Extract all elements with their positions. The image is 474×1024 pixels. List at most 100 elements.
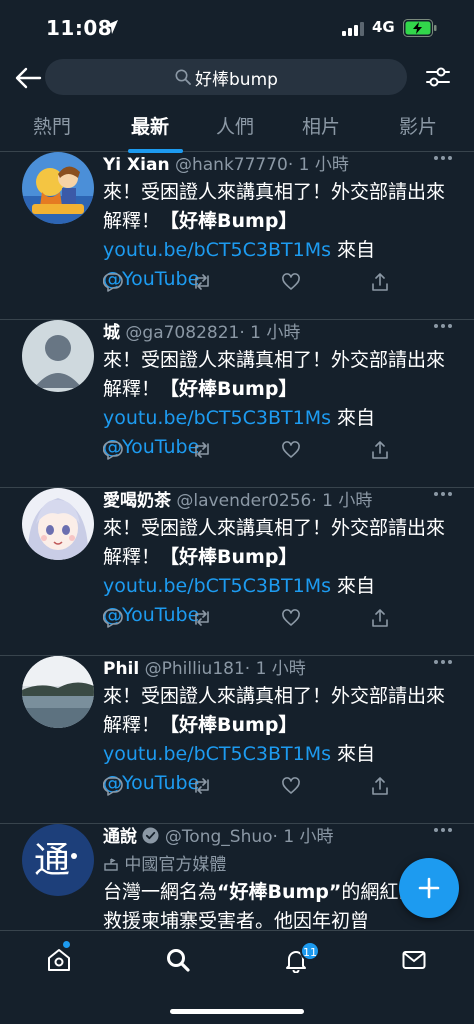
- home-unread-dot: [63, 941, 70, 948]
- tweet-text-bold: 【好棒Bump】: [160, 546, 298, 568]
- default-avatar-image: [22, 320, 94, 392]
- more-options-icon[interactable]: [432, 320, 454, 332]
- tweet-text-bold: 【好棒Bump】: [160, 210, 298, 232]
- author-name[interactable]: 通說: [103, 827, 137, 847]
- tab-people[interactable]: 人們: [216, 112, 254, 152]
- avatar[interactable]: [22, 656, 94, 728]
- tweet-link[interactable]: youtu.be/bCT5C3BT1Ms: [103, 743, 331, 765]
- search-tabs: 熱門 最新 人們 相片 影片: [0, 106, 474, 153]
- retweet-icon[interactable]: [192, 776, 212, 796]
- avatar[interactable]: [22, 488, 94, 560]
- tweet-time: · 1 小時: [311, 491, 373, 511]
- author-handle[interactable]: @Philliu181: [145, 659, 245, 679]
- retweet-icon[interactable]: [192, 272, 212, 292]
- tweet-link[interactable]: youtu.be/bCT5C3BT1Ms: [103, 239, 331, 261]
- tab-videos[interactable]: 影片: [399, 112, 437, 152]
- share-icon[interactable]: [370, 272, 390, 292]
- tweet[interactable]: 城 @ga7082821· 1 小時 來！受困證人來講真相了！外交部請出來解釋！…: [0, 320, 474, 488]
- sliders-icon[interactable]: [424, 63, 452, 91]
- tab-photos[interactable]: 相片: [302, 112, 340, 152]
- tweet-via: 來自: [331, 407, 376, 429]
- tweet-link[interactable]: youtu.be/bCT5C3BT1Ms: [103, 407, 331, 429]
- mail-icon[interactable]: [401, 947, 427, 973]
- avatar[interactable]: [22, 152, 94, 224]
- share-icon[interactable]: [370, 440, 390, 460]
- bottom-navigation: 11: [0, 930, 474, 1024]
- search-icon: [175, 69, 191, 85]
- avatar-image: [22, 152, 94, 224]
- status-bar: 11:08 4G: [0, 0, 474, 56]
- tweet-header: 城 @ga7082821· 1 小時: [103, 318, 300, 343]
- tweet-header: 愛喝奶茶 @lavender0256· 1 小時: [103, 486, 372, 511]
- state-media-label[interactable]: 中國官方媒體: [103, 850, 226, 875]
- tweet-time: · 1 小時: [287, 155, 349, 175]
- tweet[interactable]: Phil @Philliu181· 1 小時 來！受困證人來講真相了！外交部請出…: [0, 656, 474, 824]
- share-icon[interactable]: [370, 776, 390, 796]
- reply-icon[interactable]: [103, 776, 123, 796]
- search-query: 好棒bump: [195, 70, 278, 90]
- share-icon[interactable]: [370, 608, 390, 628]
- tweet[interactable]: 愛喝奶茶 @lavender0256· 1 小時 來！受困證人來講真相了！外交部…: [0, 488, 474, 656]
- tweet-text-bold: 【好棒Bump】: [160, 714, 298, 736]
- author-name[interactable]: Phil: [103, 659, 139, 679]
- home-indicator[interactable]: [170, 1009, 304, 1014]
- more-options-icon[interactable]: [432, 152, 454, 164]
- tweet-time: · 1 小時: [272, 827, 334, 847]
- tab-latest[interactable]: 最新: [131, 112, 169, 152]
- more-options-icon[interactable]: [432, 656, 454, 668]
- avatar-glyph: 通: [34, 840, 70, 881]
- notifications-badge: 11: [300, 941, 320, 961]
- tweet-actions: [103, 608, 403, 632]
- avatar-image: 通: [22, 824, 94, 896]
- arrow-left-icon[interactable]: [14, 66, 42, 90]
- cellular-signal-icon: [342, 22, 364, 36]
- author-handle[interactable]: @ga7082821: [125, 323, 239, 343]
- tweet-header: 通說 @Tong_Shuo· 1 小時: [103, 822, 334, 847]
- tweet-feed[interactable]: Yi Xian @hank77770· 1 小時 來！受困證人來講真相了！外交部…: [0, 152, 474, 930]
- home-icon[interactable]: [46, 947, 72, 973]
- author-name[interactable]: Yi Xian: [103, 155, 170, 175]
- author-name[interactable]: 愛喝奶茶: [103, 491, 171, 511]
- avatar[interactable]: 通: [22, 824, 94, 896]
- avatar-image: [22, 656, 94, 728]
- heart-icon[interactable]: [281, 608, 301, 628]
- tweet-via: 來自: [331, 743, 376, 765]
- tweet-header: Phil @Philliu181· 1 小時: [103, 654, 306, 679]
- tweet[interactable]: Yi Xian @hank77770· 1 小時 來！受困證人來講真相了！外交部…: [0, 152, 474, 320]
- search-input[interactable]: 好棒bump: [45, 59, 407, 95]
- search-icon[interactable]: [165, 947, 191, 973]
- author-handle[interactable]: @lavender0256: [176, 491, 311, 511]
- reply-icon[interactable]: [103, 440, 123, 460]
- reply-icon[interactable]: [103, 272, 123, 292]
- tweet-text-bold: 【好棒Bump】: [160, 378, 298, 400]
- more-options-icon[interactable]: [432, 824, 454, 836]
- tweet-via: 來自: [331, 239, 376, 261]
- tweet-text-bold: “好棒Bump”: [217, 881, 342, 903]
- more-options-icon[interactable]: [432, 488, 454, 500]
- author-name[interactable]: 城: [103, 323, 120, 343]
- tweet-via: 來自: [331, 575, 376, 597]
- reply-icon[interactable]: [103, 608, 123, 628]
- state-media-text: 中國官方媒體: [124, 855, 227, 875]
- compose-tweet-button[interactable]: [399, 858, 459, 918]
- tweet-time: · 1 小時: [244, 659, 306, 679]
- avatar-image: [22, 488, 94, 560]
- heart-icon[interactable]: [281, 272, 301, 292]
- tweet-actions: [103, 776, 403, 800]
- location-arrow-icon: [104, 20, 118, 34]
- author-handle[interactable]: @hank77770: [175, 155, 288, 175]
- avatar[interactable]: [22, 320, 94, 392]
- verified-badge-icon: [142, 827, 159, 844]
- tweet-link[interactable]: youtu.be/bCT5C3BT1Ms: [103, 575, 331, 597]
- retweet-icon[interactable]: [192, 608, 212, 628]
- retweet-icon[interactable]: [192, 440, 212, 460]
- heart-icon[interactable]: [281, 776, 301, 796]
- tweet-actions: [103, 440, 403, 464]
- podium-icon: [104, 858, 118, 871]
- heart-icon[interactable]: [281, 440, 301, 460]
- tweet-time: · 1 小時: [239, 323, 301, 343]
- search-header: 好棒bump 熱門 最新 人們 相片 影片: [0, 56, 474, 153]
- network-type: 4G: [372, 18, 395, 36]
- tab-top[interactable]: 熱門: [33, 112, 71, 152]
- author-handle[interactable]: @Tong_Shuo: [165, 827, 273, 847]
